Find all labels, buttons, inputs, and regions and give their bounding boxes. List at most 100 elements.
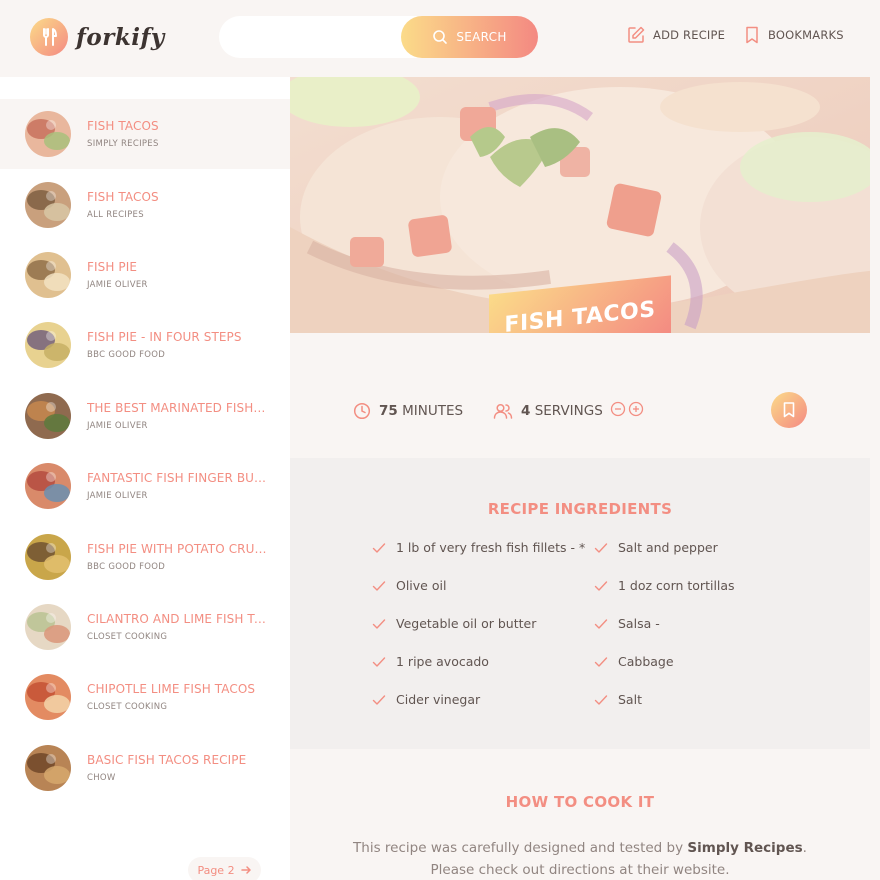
result-title: FISH TACOS xyxy=(87,189,159,204)
bookmark-icon xyxy=(783,402,795,418)
check-icon xyxy=(372,542,386,553)
ingredient-item: Olive oil xyxy=(372,578,446,593)
result-thumbnail xyxy=(25,744,71,791)
ingredient-text: 1 doz corn tortillas xyxy=(618,578,735,593)
search-input[interactable] xyxy=(241,16,421,58)
fork-knife-icon xyxy=(30,18,68,56)
check-icon xyxy=(372,656,386,667)
directions-text-1: This recipe was carefully designed and t… xyxy=(353,840,684,856)
result-publisher: BBC GOOD FOOD xyxy=(87,350,166,361)
ingredient-text: Olive oil xyxy=(396,578,447,593)
next-page-label: Page 2 xyxy=(197,863,235,877)
ingredient-text: Vegetable oil or butter xyxy=(396,616,537,631)
result-item[interactable]: FISH TACOS SIMPLY RECIPES xyxy=(0,99,290,170)
result-title: BASIC FISH TACOS RECIPE xyxy=(87,752,247,767)
ingredient-text: Cabbage xyxy=(618,654,674,669)
result-title: CHIPOTLE LIME FISH TACOS xyxy=(87,682,256,697)
result-thumbnail xyxy=(25,392,71,439)
servings: 4 SERVINGS xyxy=(493,402,603,420)
check-icon xyxy=(372,694,386,705)
bookmarks-button[interactable]: BOOKMARKS xyxy=(744,26,844,44)
result-publisher: JAMIE OLIVER xyxy=(87,491,148,502)
ingredient-item: Salt and pepper xyxy=(594,540,718,555)
result-title: FISH PIE xyxy=(87,259,138,274)
result-title: CILANTRO AND LIME FISH TA... xyxy=(87,611,267,626)
cooking-time: 75 MINUTES xyxy=(353,402,463,420)
ingredients-title: RECIPE INGREDIENTS xyxy=(487,500,673,518)
directions-title: HOW TO COOK IT xyxy=(505,793,655,811)
result-publisher: SIMPLY RECIPES xyxy=(87,139,159,150)
ingredient-text: Salt xyxy=(618,692,642,707)
directions-publisher: Simply Recipes xyxy=(687,840,803,856)
result-thumbnail xyxy=(25,674,71,721)
ingredient-item: 1 doz corn tortillas xyxy=(594,578,735,593)
result-item[interactable]: FANTASTIC FISH FINGER BUTT... JAMIE OLIVE… xyxy=(0,451,290,521)
ingredient-item: 1 ripe avocado xyxy=(372,654,489,669)
bookmark-icon xyxy=(746,26,758,44)
recipe-details: 75 MINUTES 4 SERVINGS xyxy=(290,333,870,458)
next-page-button[interactable]: Page 2 xyxy=(188,857,261,880)
directions-section: HOW TO COOK IT This recipe was carefully… xyxy=(290,749,870,880)
recipe-view: FISH TACOS 75 MINUTES 4 SERVINGS RECIPE … xyxy=(290,77,870,880)
add-recipe-label: ADD RECIPE xyxy=(653,28,726,42)
servings-value: 4 xyxy=(521,403,531,419)
result-item[interactable]: FISH PIE - IN FOUR STEPS BBC GOOD FOOD xyxy=(0,310,290,380)
ingredient-item: Cider vinegar xyxy=(372,692,480,707)
result-thumbnail xyxy=(25,181,71,228)
users-icon xyxy=(493,403,513,419)
result-item[interactable]: BASIC FISH TACOS RECIPE CHOW xyxy=(0,733,290,803)
recipe-title: FISH TACOS xyxy=(504,296,656,333)
search-icon xyxy=(433,30,448,44)
search-button-label: SEARCH xyxy=(456,30,507,44)
check-icon xyxy=(594,694,608,705)
result-thumbnail xyxy=(25,111,71,158)
result-item[interactable]: THE BEST MARINATED FISH K... JAMIE OLIVER xyxy=(0,381,290,451)
results-list: FISH TACOS SIMPLY RECIPES FISH TACOS ALL RE… xyxy=(0,99,290,803)
bookmark-recipe-button[interactable] xyxy=(771,392,807,428)
logo[interactable]: forkify xyxy=(30,18,165,56)
result-publisher: CLOSET COOKING xyxy=(87,702,168,713)
result-thumbnail xyxy=(25,322,71,369)
check-icon xyxy=(372,580,386,591)
ingredients-section: RECIPE INGREDIENTS 1 lb of very fresh fi… xyxy=(290,458,870,749)
result-publisher: CHOW xyxy=(87,772,116,783)
ingredient-text: 1 lb of very fresh fish fillets - * xyxy=(396,540,586,555)
recipe-image: FISH TACOS xyxy=(290,77,870,333)
minutes-value: 75 xyxy=(379,403,398,419)
result-publisher: BBC GOOD FOOD xyxy=(87,561,166,572)
result-item[interactable]: CILANTRO AND LIME FISH TA... CLOSET COOKI… xyxy=(0,592,290,662)
result-item[interactable]: FISH TACOS ALL RECIPES xyxy=(0,169,290,239)
result-thumbnail xyxy=(25,533,71,580)
ingredient-item: Salsa - xyxy=(594,616,660,631)
result-item[interactable]: FISH PIE WITH POTATO CRUST BBC GOOD FOOD xyxy=(0,521,290,591)
servings-label: SERVINGS xyxy=(534,403,603,419)
arrow-right-icon xyxy=(240,866,251,874)
result-title: FANTASTIC FISH FINGER BUTT... xyxy=(87,471,267,486)
result-publisher: JAMIE OLIVER xyxy=(87,279,148,290)
search-button[interactable]: SEARCH xyxy=(401,16,538,58)
check-icon xyxy=(594,656,608,667)
result-item[interactable]: CHIPOTLE LIME FISH TACOS CLOSET COOKING xyxy=(0,662,290,732)
ingredient-item: Vegetable oil or butter xyxy=(372,616,536,631)
ingredient-item: 1 lb of very fresh fish fillets - * xyxy=(372,540,585,555)
add-recipe-button[interactable]: ADD RECIPE xyxy=(627,26,725,44)
search-form: SEARCH xyxy=(219,16,538,58)
bookmarks-label: BOOKMARKS xyxy=(768,28,844,42)
ingredient-text: Cider vinegar xyxy=(396,692,481,707)
directions-text-2: Please check out directions at their web… xyxy=(430,862,730,878)
header: forkify SEARCH ADD RECIPE BOOKMARKS xyxy=(0,0,880,77)
directions-text: This recipe was carefully designed and t… xyxy=(353,840,807,878)
scroll-gutter xyxy=(870,77,880,880)
result-publisher: ALL RECIPES xyxy=(87,209,144,220)
plus-circle-icon[interactable] xyxy=(628,401,644,417)
result-publisher: JAMIE OLIVER xyxy=(87,420,148,431)
result-item[interactable]: FISH PIE JAMIE OLIVER xyxy=(0,240,290,310)
result-title: FISH TACOS xyxy=(87,119,159,134)
edit-icon xyxy=(628,26,645,43)
result-title: FISH PIE WITH POTATO CRUST xyxy=(87,541,267,556)
servings-controls xyxy=(610,401,644,417)
ingredient-text: Salt and pepper xyxy=(618,540,718,555)
search-results: FISH TACOS SIMPLY RECIPES FISH TACOS ALL RE… xyxy=(0,77,290,880)
result-publisher: CLOSET COOKING xyxy=(87,631,168,642)
minus-circle-icon[interactable] xyxy=(610,401,626,417)
